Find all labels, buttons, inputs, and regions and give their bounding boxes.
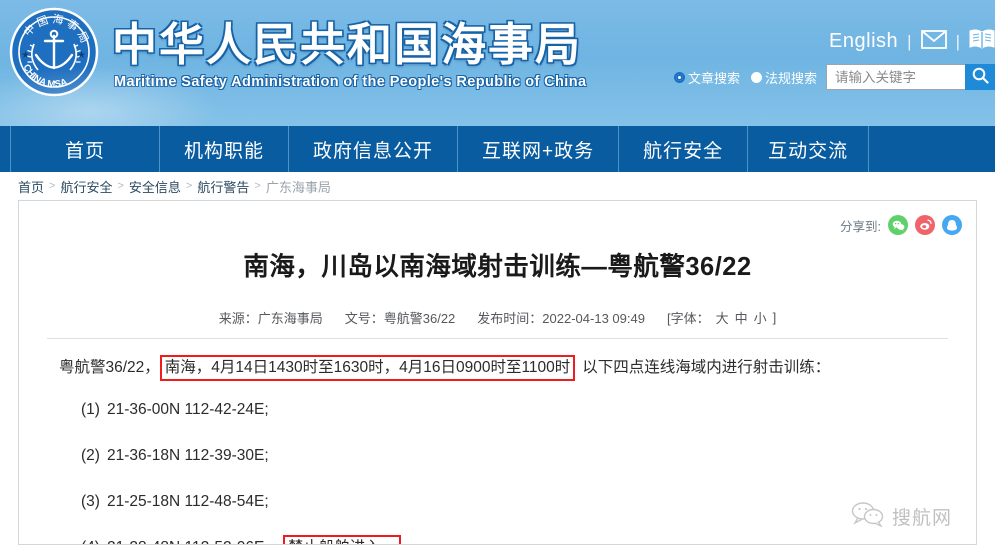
- header-search-area: 文章搜索 法规搜索: [673, 64, 995, 90]
- article-doc-number: 文号：粤航警36/22: [344, 311, 456, 327]
- breadcrumb-item-navigation-safety[interactable]: 航行安全: [60, 177, 112, 196]
- breadcrumb-item-home[interactable]: 首页: [18, 177, 44, 196]
- weibo-share-icon[interactable]: [915, 215, 935, 235]
- radio-dot-article[interactable]: [673, 71, 685, 83]
- header-utility-bar: English | |: [829, 28, 995, 55]
- site-title-cn: 中华人民共和国海事局: [112, 18, 583, 70]
- article-meta: 来源：广东海事局 文号：粤航警36/22 发布时间：2022-04-13 09:…: [19, 308, 976, 327]
- lead-suffix: 以下四点连线海域内进行射击训练：: [582, 359, 831, 377]
- breadcrumb: 首页 > 航行安全 > 安全信息 > 航行警告 > 广东海事局: [0, 172, 995, 200]
- watermark: 搜航网: [851, 501, 952, 532]
- article-title: 南海，川岛以南海域射击训练—粤航警36/22: [243, 253, 752, 282]
- breadcrumb-separator: >: [185, 180, 193, 192]
- search-scope-radio-group: 文章搜索 法规搜索: [673, 68, 817, 87]
- utility-separator-1: |: [907, 31, 912, 51]
- coordinate-value-3: 21-25-18N 112-48-54E;: [106, 492, 269, 510]
- nav-item-interaction[interactable]: 互动交流: [748, 126, 870, 172]
- search-box: [826, 64, 995, 90]
- wechat-share-icon[interactable]: [888, 215, 908, 235]
- utility-separator-2: |: [955, 31, 960, 51]
- breadcrumb-item-safety-info[interactable]: 安全信息: [129, 177, 181, 196]
- site-title-en: Maritime Safety Administration of the Pe…: [114, 74, 587, 91]
- coordinate-index-2: (2): [81, 446, 100, 464]
- main-navigation: 首页 机构职能 政府信息公开 互联网+政务 航行安全 互动交流: [0, 126, 995, 172]
- site-brand[interactable]: 中 国 海 事 局 CHINA MSA ★ ★ 中华人民共和国海事局 Marit…: [8, 6, 586, 98]
- qq-share-icon[interactable]: [942, 215, 962, 235]
- wechat-bubbles-icon: [851, 501, 885, 532]
- search-icon: [972, 67, 989, 87]
- book-icon[interactable]: [969, 28, 995, 55]
- coordinate-value-2: 21-36-18N 112-39-30E;: [106, 446, 269, 464]
- nav-item-functions[interactable]: 机构职能: [160, 126, 290, 172]
- coordinate-line-3: (3) 21-25-18N 112-48-54E;: [59, 479, 936, 525]
- nav-item-government-info[interactable]: 政府信息公开: [289, 126, 459, 172]
- article-panel: 分享到: 南海，川岛以南海域射击训练—粤航警36/22 来源：广东海事局 文号：…: [18, 200, 977, 545]
- coordinate-index-3: (3): [81, 492, 100, 510]
- coordinate-line-4: (4) 21-28-48N 112-52-06E。 禁止船舶进入。: [59, 525, 936, 544]
- nav-item-home[interactable]: 首页: [10, 126, 161, 172]
- breadcrumb-separator: >: [49, 180, 56, 192]
- article-source: 来源：广东海事局: [218, 311, 323, 327]
- breadcrumb-separator: >: [254, 180, 261, 192]
- font-size-large[interactable]: 大: [716, 308, 729, 327]
- svg-text:★: ★: [21, 50, 30, 61]
- breadcrumb-item-guangdong-msa: 广东海事局: [265, 179, 331, 195]
- nav-item-internet-plus[interactable]: 互联网+政务: [458, 126, 620, 172]
- font-size-label: [字体：: [666, 311, 710, 327]
- radio-dot-regulation[interactable]: [750, 71, 762, 83]
- search-scope-article-label: 文章搜索: [687, 70, 740, 86]
- mail-icon[interactable]: [920, 29, 947, 54]
- article-body: 粤航警36/22， 南海，4月14日1430时至1630时，4月16日0900时…: [19, 339, 976, 544]
- china-msa-emblem-icon: 中 国 海 事 局 CHINA MSA ★ ★: [8, 6, 100, 98]
- font-size-picker: [字体： 大 中 小 ]: [667, 308, 776, 327]
- coordinate-index-1: (1): [81, 400, 100, 418]
- no-entry-warning-highlight: 禁止船舶进入。: [282, 534, 402, 544]
- breadcrumb-item-navigation-warning[interactable]: 航行警告: [197, 177, 249, 196]
- search-button[interactable]: [965, 64, 995, 90]
- font-size-bracket-close: ]: [772, 310, 777, 326]
- coordinate-index-4: (4): [81, 536, 100, 544]
- article-publish-time: 发布时间：2022-04-13 09:49: [477, 311, 645, 327]
- breadcrumb-separator: >: [117, 180, 124, 192]
- search-scope-regulation[interactable]: 法规搜索: [750, 68, 817, 87]
- font-size-medium[interactable]: 中: [735, 308, 748, 327]
- lead-highlight-schedule: 南海，4月14日1430时至1630时，4月16日0900时至1100时: [159, 355, 576, 381]
- coordinate-value-4: 21-28-48N 112-52-06E。: [107, 536, 280, 544]
- article-lead-paragraph: 粤航警36/22， 南海，4月14日1430时至1630时，4月16日0900时…: [59, 355, 936, 381]
- watermark-text: 搜航网: [891, 508, 952, 529]
- search-scope-regulation-label: 法规搜索: [764, 70, 817, 86]
- font-size-small[interactable]: 小: [754, 308, 767, 327]
- lead-prefix: 粤航警36/22，: [59, 359, 160, 377]
- site-header: 中 国 海 事 局 CHINA MSA ★ ★ 中华人民共和国海事局 Marit…: [0, 0, 995, 126]
- search-scope-article[interactable]: 文章搜索: [673, 68, 740, 87]
- coordinate-line-1: (1) 21-36-00N 112-42-24E;: [59, 387, 936, 433]
- nav-item-navigation-safety[interactable]: 航行安全: [619, 126, 749, 172]
- svg-text:★: ★: [77, 50, 86, 61]
- share-row: 分享到:: [840, 215, 962, 235]
- share-label: 分享到:: [840, 219, 881, 234]
- search-input[interactable]: [826, 64, 965, 90]
- coordinate-line-2: (2) 21-36-18N 112-39-30E;: [59, 433, 936, 479]
- coordinate-value-1: 21-36-00N 112-42-24E;: [106, 400, 269, 418]
- english-link[interactable]: English: [829, 30, 898, 53]
